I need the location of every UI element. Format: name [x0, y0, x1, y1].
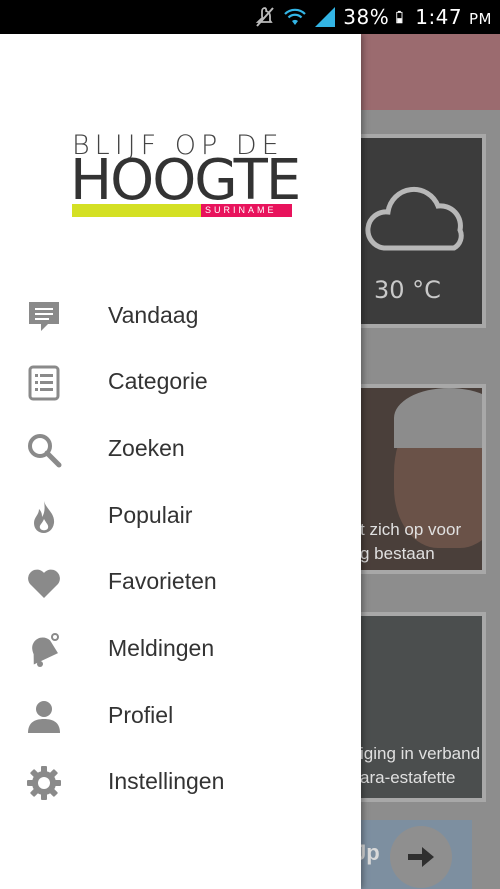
battery-icon: [396, 10, 403, 24]
menu-item-instellingen[interactable]: Instellingen: [0, 750, 361, 816]
arrow-right-icon: [408, 847, 434, 867]
battery-percent: 38%: [343, 5, 390, 29]
clock: 1:47 PM: [415, 5, 492, 29]
menu-item-label: Profiel: [108, 702, 174, 728]
signal-icon: [315, 7, 336, 27]
weather-temperature: 30 °C: [374, 276, 441, 304]
fire-icon: [34, 501, 55, 533]
next-button[interactable]: [390, 826, 452, 888]
mute-icon: [256, 7, 275, 27]
heart-icon: [28, 569, 60, 598]
gear-icon: [27, 766, 61, 800]
menu-item-label: Favorieten: [108, 568, 217, 594]
menu-item-label: Meldingen: [108, 635, 215, 661]
menu-item-label: Zoeken: [108, 435, 185, 461]
menu-item-label: Categorie: [108, 368, 208, 394]
news-card[interactable]: iging in verband ara-estafette: [350, 612, 486, 802]
news-photo-hair: [394, 388, 482, 448]
bell-icon: [32, 633, 59, 667]
menu-item-label: Populair: [108, 502, 193, 528]
navigation-drawer: BLIJF OP DE HOOGTE SURINAME Vandaag Cate…: [0, 34, 361, 889]
menu-item-categorie[interactable]: Categorie: [0, 350, 361, 416]
news-caption: t zich op voor g bestaan: [360, 520, 462, 563]
menu-item-profiel[interactable]: Profiel: [0, 684, 361, 750]
menu-item-populair[interactable]: Populair: [0, 484, 361, 550]
search-icon: [28, 434, 62, 468]
list-icon: [28, 365, 60, 401]
menu-item-favorieten[interactable]: Favorieten: [0, 550, 361, 616]
menu-item-label: Instellingen: [108, 768, 225, 794]
weather-card[interactable]: 30 °C: [350, 134, 486, 328]
status-bar: 38% 1:47 PM: [0, 0, 500, 34]
menu-item-vandaag[interactable]: Vandaag: [0, 284, 361, 350]
logo-bar-yellow: [72, 204, 201, 217]
menu-item-meldingen[interactable]: Meldingen: [0, 617, 361, 683]
next-bar: Jp: [350, 820, 472, 889]
person-icon: [28, 701, 60, 733]
news-caption: iging in verband ara-estafette: [360, 744, 481, 787]
menu-item-zoeken[interactable]: Zoeken: [0, 417, 361, 483]
app-logo: BLIJF OP DE HOOGTE SURINAME: [70, 130, 301, 220]
wifi-icon: [284, 8, 307, 25]
chat-bubble-icon: [29, 302, 59, 331]
menu-item-label: Vandaag: [108, 302, 199, 328]
news-card[interactable]: t zich op voor g bestaan: [350, 384, 486, 574]
logo-subtitle: SURINAME: [205, 205, 277, 215]
cloud-icon: [365, 186, 464, 251]
